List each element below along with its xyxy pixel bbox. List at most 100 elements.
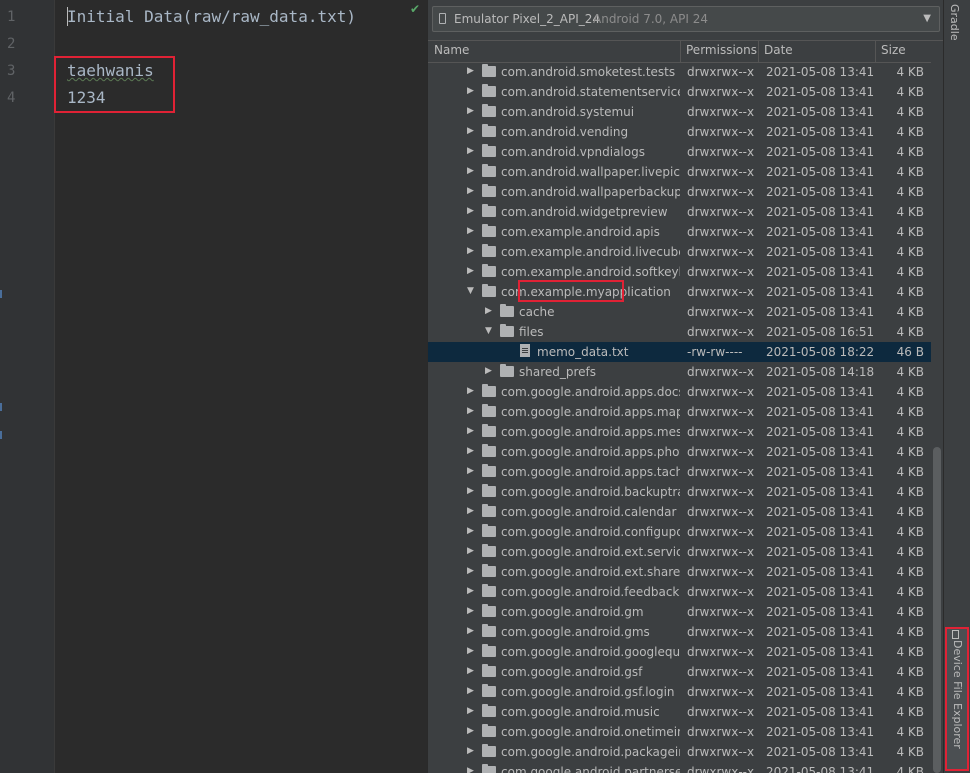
folder-row[interactable]: ▼ com.example.myapplication drwxrwx--x 2021… [428,282,934,302]
expand-right-icon[interactable]: ▶ [467,726,474,736]
folder-row[interactable]: ▶ com.google.android.ext.shared drwxrwx--x… [428,562,934,582]
folder-row[interactable]: ▶ com.example.android.livecubes drwxrwx--x… [428,242,934,262]
folder-row[interactable]: ▶ com.google.android.packageinsta drwxrwx-… [428,742,934,762]
expand-right-icon[interactable]: ▶ [467,486,474,496]
folder-row[interactable]: ▶ com.google.android.apps.photos drwxrwx--… [428,442,934,462]
folder-row[interactable]: ▶ com.android.widgetpreview drwxrwx--x 2021… [428,202,934,222]
expand-right-icon[interactable]: ▶ [467,546,474,556]
expand-right-icon[interactable]: ▶ [467,126,474,136]
expand-right-icon[interactable]: ▶ [467,566,474,576]
item-size: 4 KB [896,485,924,499]
folder-row[interactable]: ▶ shared_prefs drwxrwx--x 2021-05-08 14:18 4… [428,362,934,382]
folder-row[interactable]: ▶ com.google.android.apps.tachyor drwxrwx-… [428,462,934,482]
folder-row[interactable]: ▶ com.android.systemui drwxrwx--x 2021-05-0… [428,102,934,122]
expand-right-icon[interactable]: ▶ [467,146,474,156]
column-header-name[interactable]: Name [434,43,469,57]
folder-row[interactable]: ▶ com.google.android.calendar drwxrwx--x 20… [428,502,934,522]
expand-right-icon[interactable]: ▶ [467,446,474,456]
folder-row[interactable]: ▶ com.android.vpndialogs drwxrwx--x 2021-05… [428,142,934,162]
expand-right-icon[interactable]: ▶ [467,426,474,436]
folder-icon [482,684,496,697]
folder-row[interactable]: ▶ com.android.smoketest.tests drwxrwx--x 20… [428,62,934,82]
folder-row[interactable]: ▶ com.google.android.onetimeinitia drwxrwx… [428,722,934,742]
folder-row[interactable]: ▶ com.android.wallpaperbackup drwxrwx--x 20… [428,182,934,202]
expand-right-icon[interactable]: ▶ [467,666,474,676]
expand-right-icon[interactable]: ▶ [467,686,474,696]
expand-right-icon[interactable]: ▶ [467,106,474,116]
expand-right-icon[interactable]: ▶ [467,646,474,656]
expand-right-icon[interactable]: ▶ [485,366,492,376]
folder-row[interactable]: ▶ com.android.wallpaper.livepicker drwxrwx… [428,162,934,182]
expand-right-icon[interactable]: ▶ [467,766,474,773]
expand-down-icon[interactable]: ▼ [467,286,474,296]
expand-right-icon[interactable]: ▶ [467,406,474,416]
item-size: 4 KB [896,265,924,279]
folder-row[interactable]: ▶ cache drwxrwx--x 2021-05-08 13:41 4 KB [428,302,934,322]
expand-right-icon[interactable]: ▶ [467,186,474,196]
item-date: 2021-05-08 13:41 [766,445,875,459]
item-date: 2021-05-08 13:41 [766,705,875,719]
expand-right-icon[interactable]: ▶ [467,706,474,716]
item-size: 4 KB [896,585,924,599]
expand-right-icon[interactable]: ▶ [467,626,474,636]
expand-right-icon[interactable]: ▶ [467,526,474,536]
folder-row[interactable]: ▶ com.google.android.gms drwxrwx--x 2021-05… [428,622,934,642]
item-date: 2021-05-08 13:41 [766,585,875,599]
code-editor[interactable]: 1 2 3 4 Initial Data(raw/raw_data.txt) t… [0,0,425,773]
column-divider[interactable] [758,41,759,62]
scrollbar-thumb[interactable] [933,447,941,773]
tab-device-file-explorer-label[interactable]: Device File Explorer [951,640,964,749]
column-divider[interactable] [680,41,681,62]
folder-row[interactable]: ▶ com.google.android.apps.maps drwxrwx--x 2… [428,402,934,422]
folder-row[interactable]: ▶ com.google.android.ext.services drwxrwx-… [428,542,934,562]
expand-right-icon[interactable]: ▶ [467,266,474,276]
file-row[interactable]: memo_data.txt -rw-rw---- 2021-05-08 18:22 4… [428,342,934,362]
expand-right-icon[interactable]: ▶ [467,86,474,96]
folder-row[interactable]: ▶ com.google.android.configupdate drwxrwx-… [428,522,934,542]
column-header-date[interactable]: Date [764,43,793,57]
expand-right-icon[interactable]: ▶ [467,226,474,236]
expand-down-icon[interactable]: ▼ [485,326,492,336]
folder-row[interactable]: ▶ com.google.android.backuptransp drwxrwx-… [428,482,934,502]
expand-right-icon[interactable]: ▶ [467,606,474,616]
column-header-size[interactable]: Size [881,43,906,57]
folder-row[interactable]: ▶ com.google.android.feedback drwxrwx--x 20… [428,582,934,602]
folder-row[interactable]: ▶ com.android.vending drwxrwx--x 2021-05-08… [428,122,934,142]
folder-row[interactable]: ▼ files drwxrwx--x 2021-05-08 16:51 4 KB [428,322,934,342]
expand-right-icon[interactable]: ▶ [467,746,474,756]
expand-right-icon[interactable]: ▶ [467,246,474,256]
column-divider[interactable] [875,41,876,62]
inspection-ok-icon[interactable]: ✔ [410,2,420,16]
item-permissions: drwxrwx--x [687,85,755,99]
folder-row[interactable]: ▶ com.example.android.apis drwxrwx--x 2021-… [428,222,934,242]
expand-right-icon[interactable]: ▶ [485,306,492,316]
folder-row[interactable]: ▶ com.google.android.apps.docs drwxrwx--x 2… [428,382,934,402]
expand-right-icon[interactable]: ▶ [467,206,474,216]
folder-row[interactable]: ▶ com.google.android.music drwxrwx--x 2021-… [428,702,934,722]
folder-row[interactable]: ▶ com.google.android.apps.messag drwxrwx--… [428,422,934,442]
device-dropdown[interactable]: Emulator Pixel_2_API_24 Android 7.0, API… [432,6,940,32]
item-name: com.google.android.gsf.login [501,685,675,699]
folder-row[interactable]: ▶ com.example.android.softkeyboar drwxrwx-… [428,262,934,282]
folder-row[interactable]: ▶ com.google.android.partnersetup drwxrwx-… [428,762,934,773]
item-permissions: drwxrwx--x [687,245,755,259]
folder-row[interactable]: ▶ com.google.android.gm drwxrwx--x 2021-05-… [428,602,934,622]
expand-right-icon[interactable]: ▶ [467,166,474,176]
expand-right-icon[interactable]: ▶ [467,506,474,516]
tab-gradle[interactable]: Gradle [948,4,961,41]
expand-right-icon[interactable]: ▶ [467,66,474,76]
item-name: com.google.android.ext.services [501,545,680,559]
expand-right-icon[interactable]: ▶ [467,586,474,596]
item-permissions: drwxrwx--x [687,325,755,339]
expand-right-icon[interactable]: ▶ [467,466,474,476]
expand-right-icon[interactable]: ▶ [467,386,474,396]
folder-row[interactable]: ▶ com.google.android.googlequicks drwxrwx-… [428,642,934,662]
folder-row[interactable]: ▶ com.google.android.gsf.login drwxrwx--x 2… [428,682,934,702]
code-line-1[interactable]: Initial Data(raw/raw_data.txt) [67,7,356,26]
item-permissions: drwxrwx--x [687,405,755,419]
folder-row[interactable]: ▶ com.google.android.gsf drwxrwx--x 2021-05… [428,662,934,682]
folder-icon [482,84,496,97]
item-date: 2021-05-08 13:41 [766,645,875,659]
folder-row[interactable]: ▶ com.android.statementservice drwxrwx--x 2… [428,82,934,102]
column-header-permissions[interactable]: Permissions [686,43,757,57]
